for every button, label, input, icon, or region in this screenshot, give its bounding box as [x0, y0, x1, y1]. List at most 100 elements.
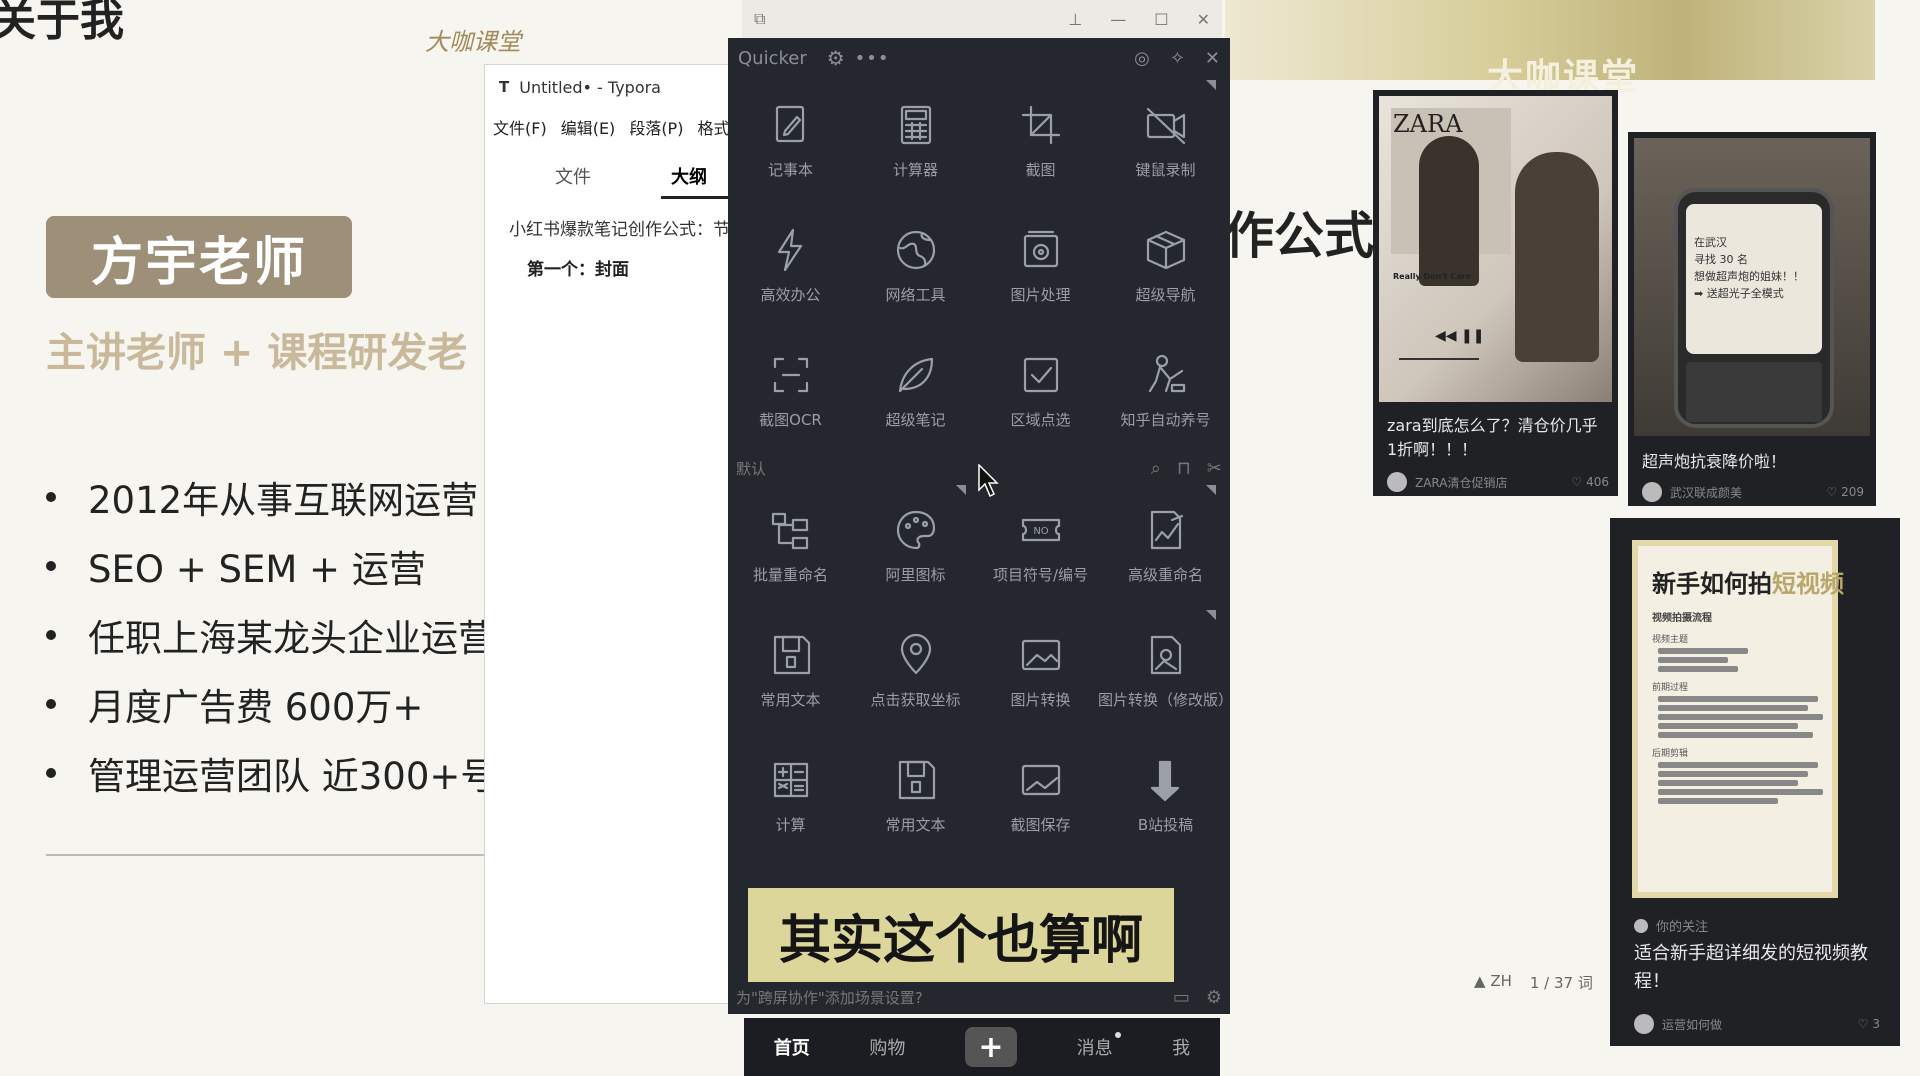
slide-title: 关于我 [0, 0, 124, 46]
quicker-footer: 为"跨屏协作"添加场景设置? ▭ ⚙ [728, 980, 1230, 1014]
action-label: 点击获取坐标 [870, 691, 961, 709]
nav-add-button[interactable]: + [964, 1027, 1017, 1067]
action-arrow-down-button[interactable]: B站投稿 [1103, 733, 1228, 858]
word-count[interactable]: 1 / 37 词 [1530, 972, 1593, 993]
tab-files[interactable]: 文件 [555, 163, 591, 189]
maximize-button[interactable]: ☐ [1154, 10, 1168, 29]
heart-icon[interactable]: ♡ [1858, 1017, 1869, 1031]
action-lightning-button[interactable]: 高效办公 [728, 203, 853, 328]
footer-hint[interactable]: 为"跨屏协作"添加场景设置? [736, 987, 923, 1008]
action-box-button[interactable]: 超级导航 [1103, 203, 1228, 328]
action-notepad-button[interactable]: 记事本 [728, 78, 853, 203]
typora-app-icon: T [499, 78, 510, 96]
action-pin-button[interactable]: 点击获取坐标 [853, 608, 978, 733]
search-icon[interactable]: ⌕ [1151, 458, 1161, 479]
minimize-button[interactable]: — [1110, 10, 1126, 29]
pin-icon[interactable]: ✧ [1170, 48, 1185, 69]
picture-save-icon [1017, 756, 1065, 804]
action-palette-button[interactable]: 阿里图标 [853, 483, 978, 608]
action-file-image-button[interactable]: 图片转换（修改版） [1098, 608, 1233, 733]
palette-icon [892, 506, 940, 554]
action-label: 记事本 [767, 161, 813, 179]
card-poster: 新手如何拍短视频 视频拍摄流程 视频主题 前期过程 后期剪辑 [1632, 540, 1844, 898]
image-edit-icon [1142, 506, 1190, 554]
action-image-edit-button[interactable]: 高级重命名 [1103, 483, 1228, 608]
menu-format[interactable]: 格式 [697, 115, 729, 139]
action-crop-button[interactable]: 截图 [978, 78, 1103, 203]
card-meta: ZARA清仓促销店 ♡ 406 [1387, 472, 1609, 492]
card-label: 你的关注 [1634, 916, 1874, 935]
quicker-title: Quicker [738, 47, 807, 69]
close-button[interactable]: ✕ [1197, 10, 1210, 29]
action-label: 区域点选 [1010, 411, 1071, 429]
typora-titlebar[interactable]: T Untitled• - Typora [485, 65, 733, 109]
action-worker-button[interactable]: 知乎自动养号 [1103, 328, 1228, 453]
settings-icon[interactable]: ⚙ [1206, 987, 1222, 1008]
menu-file[interactable]: 文件(F) [493, 115, 547, 139]
section-label: 默认 [736, 459, 767, 478]
close-icon[interactable]: ✕ [1205, 48, 1220, 69]
action-label: 计算器 [892, 161, 938, 179]
action-label: 网络工具 [885, 286, 946, 304]
outline-item[interactable]: 第一个：封面 [485, 255, 733, 280]
feed-card[interactable]: ZARA Really Don't Care ◀◀ ❚❚ zara到底怎么了？清… [1373, 90, 1618, 496]
lock-icon[interactable]: ⊓ [1177, 458, 1191, 479]
teacher-role: 主讲老师 + 课程研发老 [46, 330, 468, 376]
menu-paragraph[interactable]: 段落(P) [629, 115, 683, 139]
action-no-ticket-button[interactable]: NO 项目符号/编号 [978, 483, 1103, 608]
action-picture-save-button[interactable]: 截图保存 [978, 733, 1103, 858]
tools-icon[interactable]: ✂ [1207, 458, 1222, 479]
action-label: 截图保存 [1010, 816, 1071, 834]
avatar [1387, 472, 1407, 492]
action-ocr-button[interactable]: 截图OCR [728, 328, 853, 453]
action-image-process-button[interactable]: 图片处理 [978, 203, 1103, 328]
pin-icon[interactable]: ⊥ [1068, 10, 1082, 29]
card-meta: 运营如何做 ♡ 3 [1634, 1014, 1880, 1034]
typora-statusbar: ▲ ZH 1 / 37 词 [1474, 972, 1593, 993]
action-save-button[interactable]: 常用文本 [728, 608, 853, 733]
calc-grid-icon [767, 756, 815, 804]
like-count: 406 [1586, 475, 1609, 489]
typora-menubar: 文件(F) 编辑(E) 段落(P) 格式 [485, 109, 733, 145]
action-leaf-button[interactable]: 超级笔记 [853, 328, 978, 453]
action-grid-top: 记事本 计算器 截图 键鼠录制高效办公 网络工具 图片处理 超级导航截图OCR 超级笔记 区域点… [728, 78, 1230, 453]
action-globe-button[interactable]: 网络工具 [853, 203, 978, 328]
bullet-item: 2012年从事互联网运营 [46, 462, 486, 531]
outline-item[interactable]: 小红书爆款笔记创作公式：节 [485, 219, 733, 241]
feed-card[interactable]: 新手如何拍短视频 视频拍摄流程 视频主题 前期过程 后期剪辑 你的关注 适合新手… [1610, 518, 1900, 1046]
user-icon[interactable]: ◎ [1134, 48, 1150, 69]
submenu-corner-icon [1206, 610, 1216, 620]
heart-icon[interactable]: ♡ [1571, 475, 1582, 489]
action-calculator-button[interactable]: 计算器 [853, 78, 978, 203]
action-save-button[interactable]: 常用文本 [853, 733, 978, 858]
teacher-name-box: 方宇老师 [46, 216, 352, 298]
window-titlebar[interactable]: ⧉ ⊥ — ☐ ✕ [742, 0, 1222, 38]
nav-me[interactable]: 我 [1172, 1034, 1190, 1060]
gear-icon[interactable]: ⚙ [827, 46, 845, 70]
action-checkbox-button[interactable]: 区域点选 [978, 328, 1103, 453]
action-tree-button[interactable]: 批量重命名 [728, 483, 853, 608]
tab-outline[interactable]: 大纲 [671, 163, 707, 189]
heart-icon[interactable]: ♡ [1826, 485, 1837, 499]
nav-home[interactable]: 首页 [774, 1034, 810, 1060]
bottom-navigation: 首页 购物 + 消息 我 [744, 1018, 1220, 1076]
quicker-header: Quicker ⚙ ••• ◎ ✧ ✕ [728, 38, 1230, 78]
nav-shop[interactable]: 购物 [869, 1034, 905, 1060]
nav-messages[interactable]: 消息 [1077, 1032, 1121, 1060]
like-count: 3 [1872, 1017, 1880, 1031]
action-video-off-button[interactable]: 键鼠录制 [1103, 78, 1228, 203]
divider [46, 854, 486, 856]
bullet-item: 管理运营团队 近300+号 [46, 738, 486, 807]
menu-edit[interactable]: 编辑(E) [561, 115, 616, 139]
action-picture-button[interactable]: 图片转换 [978, 608, 1103, 733]
action-calc-grid-button[interactable]: 计算 [728, 733, 853, 858]
folder-icon[interactable]: ▭ [1173, 987, 1190, 1008]
more-icon[interactable]: ••• [855, 48, 890, 69]
picture-icon [1017, 631, 1065, 679]
card-photo: ZARA Really Don't Care ◀◀ ❚❚ [1379, 96, 1612, 402]
feed-card[interactable]: 在武汉 寻找 30 名 想做超声炮的姐妹！！ ➡ 送超光子全模式 超声炮抗衰降价… [1628, 132, 1876, 506]
card-title: 适合新手超详细发的短视频教程！ [1634, 943, 1868, 992]
language-indicator[interactable]: ▲ ZH [1474, 972, 1512, 993]
quicker-panel: Quicker ⚙ ••• ◎ ✧ ✕ 记事本 计算器 截图 键鼠录制高效办公 网络工具… [728, 38, 1233, 1014]
action-label: 阿里图标 [885, 566, 946, 584]
